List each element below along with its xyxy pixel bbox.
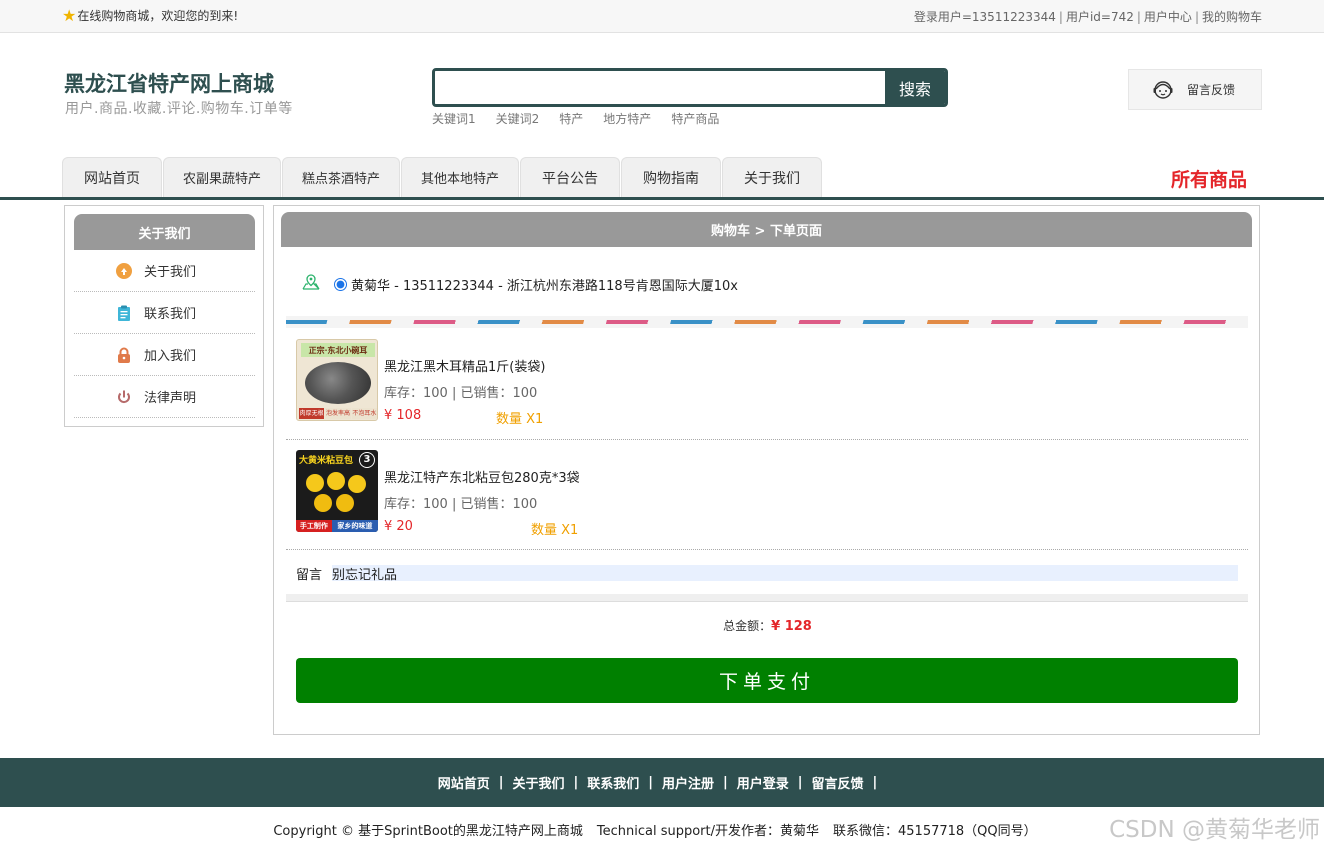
thumb-banner: 大黄米粘豆包 — [299, 456, 354, 466]
sidebar-title: 关于我们 — [74, 214, 255, 250]
total-label: 总金额： — [723, 619, 772, 633]
tab-announcements[interactable]: 平台公告 — [520, 157, 620, 197]
welcome-message: ★ 在线购物商城，欢迎您的到来! — [62, 7, 238, 24]
power-icon — [116, 389, 132, 405]
about-icon — [116, 262, 132, 279]
hot-keywords: 关键词1 关键词2 特产 地方特产 特产商品 — [432, 110, 719, 127]
product-thumbnail-bean-bun[interactable]: 大黄米粘豆包 3 手工制作 家乡的味道 — [296, 450, 378, 532]
customer-service-icon — [1153, 80, 1173, 99]
product-name[interactable]: 黑龙江特产东北粘豆包280克*3袋 — [384, 467, 580, 486]
sidebar-item-contact[interactable]: 联系我们 — [74, 292, 255, 334]
sidebar-item-label: 加入我们 — [144, 349, 197, 364]
search-input[interactable] — [435, 71, 885, 104]
top-bar: ★ 在线购物商城，欢迎您的到来! 登录用户=13511223344 | 用户id=7… — [0, 0, 1324, 33]
hotword-link[interactable]: 地方特产 — [603, 110, 651, 127]
hotword-link[interactable]: 关键词2 — [496, 110, 540, 127]
breadcrumb: 购物车 > 下单页面 — [281, 212, 1252, 247]
product-quantity: 数量 X1 — [496, 412, 544, 427]
place-order-pay-button[interactable]: 下单支付 — [296, 658, 1238, 703]
note-row: 留言 — [296, 564, 1238, 583]
tab-about-us[interactable]: 关于我们 — [722, 157, 822, 197]
thumb-tags: 手工制作 家乡的味道 — [296, 520, 378, 532]
product-stock: 库存：100 | 已销售：100 — [384, 497, 538, 512]
welcome-text: 在线购物商城，欢迎您的到来! — [77, 9, 239, 23]
divider — [286, 594, 1248, 602]
footer-link-contact[interactable]: 联系我们 — [587, 773, 639, 792]
footer-link-register[interactable]: 用户注册 — [662, 773, 714, 792]
product-quantity: 数量 X1 — [531, 523, 579, 538]
hotword-link[interactable]: 特产 — [559, 110, 583, 127]
my-cart-link[interactable]: 我的购物车 — [1202, 10, 1262, 24]
address-row: 黄菊华 - 13511223344 - 浙江杭州东港路118号肯恩国际大厦10x — [302, 274, 738, 294]
sidebar-item-label: 联系我们 — [144, 307, 197, 322]
note-label: 留言 — [296, 567, 323, 583]
thumb-badge: 3 — [359, 452, 375, 468]
total-row: 总金额：¥ 128 — [274, 617, 1261, 634]
hotword-link[interactable]: 关键词1 — [432, 110, 476, 127]
sidebar: 关于我们 关于我们 联系我们 加入我们 法律声明 — [64, 205, 264, 427]
support-text: Technical support/开发作者：黄菊华 — [596, 824, 819, 839]
copyright-text: Copyright © 基于SprintBoot的黑龙江特产网上商城 — [273, 824, 583, 839]
footer-link-about[interactable]: 关于我们 — [512, 773, 564, 792]
sidebar-item-label: 关于我们 — [144, 265, 197, 280]
tab-other-local[interactable]: 其他本地特产 — [401, 157, 519, 197]
order-item: 正宗·东北小碗耳 肉厚无根 泡发率高 不泡耳水 黑龙江黑木耳精品1斤(装袋) 库… — [286, 328, 1248, 440]
order-item: 大黄米粘豆包 3 手工制作 家乡的味道 黑龙江特产东北粘豆包280克*3袋 库存… — [286, 440, 1248, 550]
main-nav: 网站首页 农副果蔬特产 糕点茶酒特产 其他本地特产 平台公告 购物指南 关于我们… — [0, 157, 1324, 200]
thumb-tags: 肉厚无根 泡发率高 不泡耳水 — [299, 408, 377, 419]
tab-farm-products[interactable]: 农副果蔬特产 — [163, 157, 281, 197]
location-icon — [302, 274, 320, 294]
all-goods-link[interactable]: 所有商品 — [1171, 165, 1247, 192]
footer-nav: 网站首页 | 关于我们 | 联系我们 | 用户注册 | 用户登录 | 留言反馈 | — [0, 758, 1324, 807]
product-name[interactable]: 黑龙江黑木耳精品1斤(装袋) — [384, 356, 545, 375]
bean-buns-image — [302, 472, 372, 516]
product-price: ¥ 20 — [384, 519, 413, 534]
sidebar-item-label: 法律声明 — [144, 391, 197, 406]
site-title[interactable]: 黑龙江省特产网上商城 — [64, 68, 274, 98]
thumb-banner: 正宗·东北小碗耳 — [301, 343, 375, 357]
hotword-link[interactable]: 特产商品 — [671, 110, 719, 127]
address-text: 黄菊华 - 13511223344 - 浙江杭州东港路118号肯恩国际大厦10x — [351, 278, 738, 294]
site-subtitle: 用户.商品.收藏.评论.购物车.订单等 — [65, 101, 293, 117]
search-button[interactable]: 搜索 — [885, 71, 945, 104]
user-links: 登录用户=13511223344 | 用户id=742 | 用户中心 | 我的购物车 — [913, 10, 1262, 24]
watermark: CSDN @黄菊华老师 — [1109, 817, 1320, 843]
footer-link-home[interactable]: 网站首页 — [438, 773, 490, 792]
sidebar-item-join[interactable]: 加入我们 — [74, 334, 255, 376]
order-panel: 购物车 > 下单页面 黄菊华 - 13511223344 - 浙江杭州东港路11… — [273, 205, 1260, 735]
footer-link-feedback[interactable]: 留言反馈 — [812, 773, 864, 792]
user-id-text: 用户id=742 — [1065, 10, 1134, 24]
user-center-link[interactable]: 用户中心 — [1144, 10, 1192, 24]
search-box: 搜索 — [432, 68, 948, 107]
login-user-text: 登录用户=13511223344 — [913, 10, 1056, 24]
black-fungus-image — [305, 362, 371, 404]
tab-home[interactable]: 网站首页 — [62, 157, 162, 197]
feedback-label: 留言反馈 — [1187, 83, 1236, 97]
lock-icon — [116, 347, 132, 363]
footer-link-login[interactable]: 用户登录 — [737, 773, 789, 792]
feedback-button[interactable]: 留言反馈 — [1128, 69, 1262, 110]
product-stock: 库存：100 | 已销售：100 — [384, 386, 538, 401]
tab-shopping-guide[interactable]: 购物指南 — [621, 157, 721, 197]
clipboard-icon — [116, 305, 132, 321]
product-price: ¥ 108 — [384, 408, 422, 423]
product-thumbnail-fungus[interactable]: 正宗·东北小碗耳 肉厚无根 泡发率高 不泡耳水 — [296, 339, 378, 421]
address-radio[interactable] — [334, 277, 347, 291]
total-amount: ¥ 128 — [771, 619, 812, 634]
envelope-stripe-divider — [286, 316, 1248, 328]
sidebar-item-legal[interactable]: 法律声明 — [74, 376, 255, 418]
note-input[interactable] — [332, 565, 1238, 581]
sidebar-item-about[interactable]: 关于我们 — [74, 250, 255, 292]
contact-text: 联系微信：45157718（QQ同号） — [833, 824, 1037, 839]
star-icon: ★ — [62, 5, 77, 25]
tab-pastry-tea-wine[interactable]: 糕点茶酒特产 — [282, 157, 400, 197]
